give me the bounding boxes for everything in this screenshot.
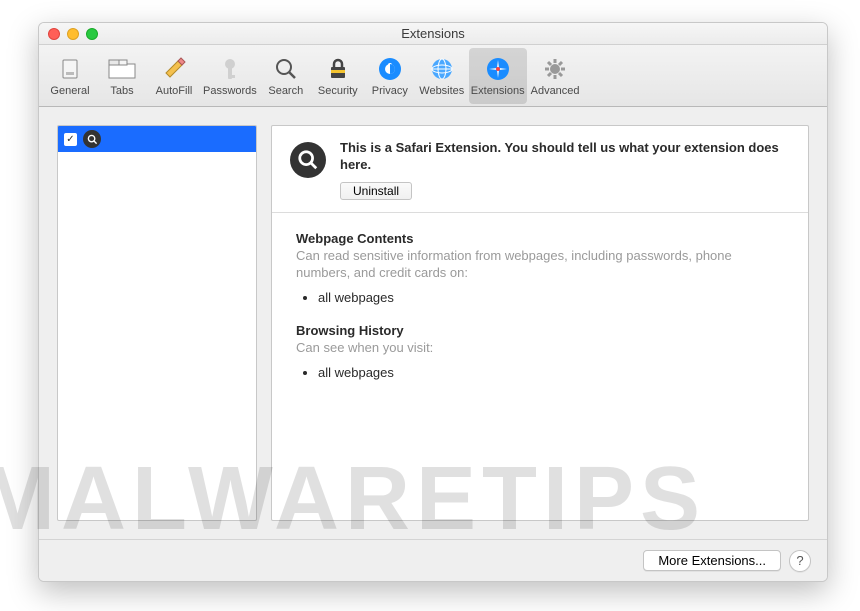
tab-label: Privacy	[372, 85, 408, 97]
preferences-toolbar: General Tabs AutoFill Passwords Search	[39, 45, 827, 107]
titlebar: Extensions	[39, 23, 827, 45]
content-area: ✓ This is a Safari Extension. You should…	[39, 107, 827, 539]
tab-label: Extensions	[471, 85, 525, 97]
privacy-icon	[376, 55, 404, 83]
extensions-icon	[484, 55, 512, 83]
tab-label: Passwords	[203, 85, 257, 97]
minimize-window-button[interactable]	[67, 28, 79, 40]
zoom-window-button[interactable]	[86, 28, 98, 40]
permission-item: all webpages	[318, 288, 784, 308]
advanced-icon	[541, 55, 569, 83]
general-icon	[56, 55, 84, 83]
permission-item: all webpages	[318, 363, 784, 383]
extension-icon	[83, 130, 101, 148]
tab-label: General	[50, 85, 89, 97]
window-title: Extensions	[401, 26, 465, 41]
permission-heading: Browsing History	[296, 323, 784, 338]
permission-description: Can see when you visit:	[296, 340, 784, 357]
tab-privacy[interactable]: Privacy	[365, 48, 415, 104]
security-icon	[324, 55, 352, 83]
websites-icon	[428, 55, 456, 83]
help-button[interactable]: ?	[789, 550, 811, 572]
close-window-button[interactable]	[48, 28, 60, 40]
traffic-lights	[48, 28, 98, 40]
permission-description: Can read sensitive information from webp…	[296, 248, 784, 282]
extension-header: This is a Safari Extension. You should t…	[272, 126, 808, 213]
tab-label: Search	[268, 85, 303, 97]
tab-tabs[interactable]: Tabs	[97, 48, 147, 104]
tab-security[interactable]: Security	[313, 48, 363, 104]
extensions-list: ✓	[57, 125, 257, 521]
tab-autofill[interactable]: AutoFill	[149, 48, 199, 104]
tabs-icon	[108, 55, 136, 83]
search-icon	[272, 55, 300, 83]
extension-description: This is a Safari Extension. You should t…	[340, 140, 790, 174]
extension-enabled-checkbox[interactable]: ✓	[64, 133, 77, 146]
tab-label: Websites	[419, 85, 464, 97]
footer-bar: More Extensions... ?	[39, 539, 827, 581]
tab-label: Tabs	[110, 85, 133, 97]
tab-search[interactable]: Search	[261, 48, 311, 104]
autofill-icon	[160, 55, 188, 83]
tab-extensions[interactable]: Extensions	[469, 48, 527, 104]
passwords-icon	[216, 55, 244, 83]
tab-general[interactable]: General	[45, 48, 95, 104]
tab-label: AutoFill	[156, 85, 193, 97]
permissions-section: Webpage Contents Can read sensitive info…	[272, 213, 808, 417]
tab-advanced[interactable]: Advanced	[529, 48, 582, 104]
tab-label: Security	[318, 85, 358, 97]
tab-websites[interactable]: Websites	[417, 48, 467, 104]
more-extensions-button[interactable]: More Extensions...	[643, 550, 781, 571]
tab-passwords[interactable]: Passwords	[201, 48, 259, 104]
tab-label: Advanced	[531, 85, 580, 97]
preferences-window: Extensions General Tabs AutoFill Passwor…	[38, 22, 828, 582]
uninstall-button[interactable]: Uninstall	[340, 182, 412, 200]
extension-list-item[interactable]: ✓	[58, 126, 256, 152]
permission-heading: Webpage Contents	[296, 231, 784, 246]
extension-icon	[290, 142, 326, 178]
extension-detail-panel: This is a Safari Extension. You should t…	[271, 125, 809, 521]
